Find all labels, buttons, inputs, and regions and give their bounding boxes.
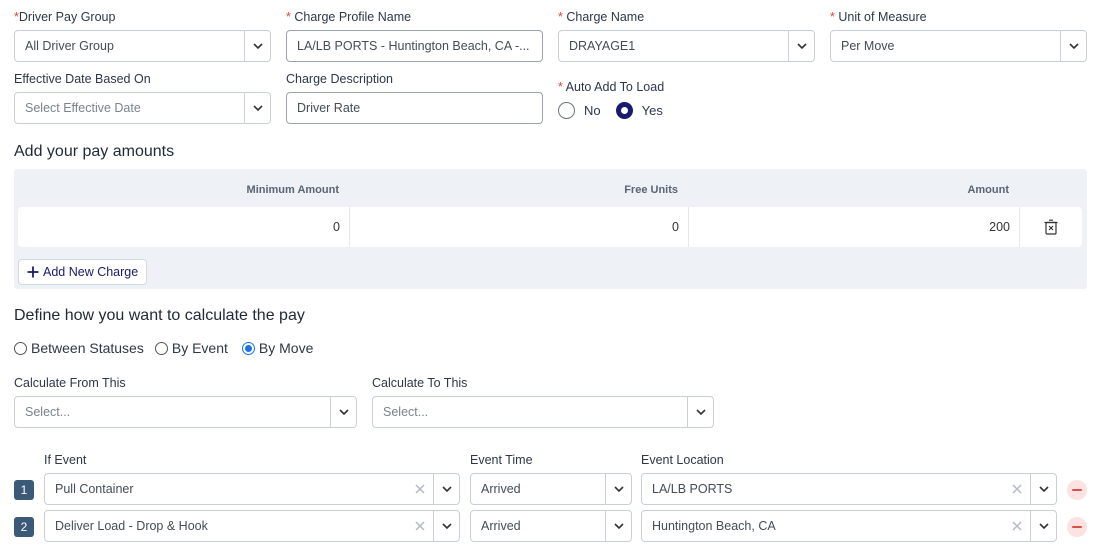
close-icon[interactable] (1004, 511, 1030, 541)
driver-pay-group-label: *Driver Pay Group (14, 10, 115, 24)
if-event-header: If Event (44, 453, 87, 467)
required-mark: * (558, 10, 563, 24)
header-minimum-amount: Minimum Amount (246, 184, 339, 196)
unit-of-measure-label: * Unit of Measure (830, 10, 927, 24)
chevron-down-icon[interactable] (788, 31, 814, 61)
pay-amounts-title: Add your pay amounts (14, 143, 175, 160)
selected-value: Huntington Beach, CA (652, 519, 776, 533)
chevron-down-icon[interactable] (244, 93, 270, 123)
input-value: LA/LB PORTS - Huntington Beach, CA -... (297, 39, 530, 53)
label-text: Auto Add To Load (565, 80, 665, 94)
charge-description-input[interactable]: Driver Rate (286, 92, 543, 124)
selected-value: DRAYAGE1 (569, 39, 636, 53)
unit-of-measure-select[interactable]: Per Move (830, 30, 1087, 62)
event-location-header: Event Location (641, 453, 724, 467)
by-event-radio[interactable] (154, 341, 168, 355)
free-units-cell[interactable]: 0 (350, 207, 689, 247)
radio-label: By Move (258, 340, 314, 356)
close-icon[interactable] (1004, 474, 1030, 504)
chevron-down-icon[interactable] (1030, 474, 1056, 504)
trash-icon[interactable] (1020, 207, 1082, 247)
charge-name-label: * Charge Name (558, 10, 644, 24)
chevron-down-icon[interactable] (1060, 31, 1086, 61)
required-mark: * (830, 10, 835, 24)
between-statuses-radio[interactable] (14, 341, 27, 355)
placeholder-text: Select Effective Date (25, 101, 141, 115)
cell-value: 200 (989, 220, 1010, 234)
auto-add-radio-group: No Yes (558, 102, 663, 119)
button-label: Add New Charge (43, 265, 139, 279)
selected-value: Deliver Load - Drop & Hook (55, 519, 208, 533)
selected-value: All Driver Group (25, 39, 114, 53)
label-text: Charge Name (566, 10, 645, 24)
chevron-down-icon[interactable] (1030, 511, 1056, 541)
event-time-header: Event Time (470, 453, 533, 467)
close-icon[interactable] (407, 511, 433, 541)
selected-value: Arrived (481, 519, 521, 533)
input-value: Driver Rate (297, 101, 361, 115)
event-time-select[interactable]: Arrived (470, 473, 632, 505)
effective-date-select[interactable]: Select Effective Date (14, 92, 271, 124)
selected-value: Arrived (481, 482, 521, 496)
event-select[interactable]: Deliver Load - Drop & Hook (44, 510, 460, 542)
header-free-units: Free Units (624, 184, 678, 196)
by-move-radio[interactable] (241, 341, 255, 355)
radio-label-no: No (584, 103, 601, 118)
radio-label-yes: Yes (641, 103, 663, 118)
plus-icon (27, 266, 39, 278)
selected-value: Pull Container (55, 482, 134, 496)
calculation-title: Define how you want to calculate the pay (14, 307, 305, 324)
event-index-badge: 1 (14, 480, 34, 500)
charge-description-label: Charge Description (286, 72, 393, 86)
required-mark: * (558, 80, 563, 94)
add-new-charge-button[interactable]: Add New Charge (18, 259, 148, 285)
selected-value: LA/LB PORTS (652, 482, 733, 496)
event-time-select[interactable]: Arrived (470, 510, 632, 542)
radio-label: By Event (171, 340, 228, 356)
radio-label: Between Statuses (31, 340, 144, 356)
minus-circle-icon[interactable] (1067, 480, 1087, 500)
minus-circle-icon[interactable] (1067, 517, 1087, 537)
header-amount: Amount (967, 184, 1009, 196)
chevron-down-icon[interactable] (605, 474, 631, 504)
event-location-select[interactable]: LA/LB PORTS (641, 473, 1057, 505)
auto-add-yes-radio[interactable] (615, 102, 633, 119)
cell-value: 0 (672, 220, 679, 234)
calculation-method-group: Between Statuses By Event By Move (14, 340, 313, 356)
auto-add-label: * Auto Add To Load (558, 80, 664, 94)
chevron-down-icon[interactable] (244, 31, 270, 61)
auto-add-no-radio[interactable] (558, 102, 575, 119)
pay-amounts-panel: Minimum Amount Free Units Amount 0 0 200… (14, 169, 1087, 289)
calculate-to-label: Calculate To This (372, 376, 468, 390)
driver-pay-group-select[interactable]: All Driver Group (14, 30, 271, 62)
cell-value: 0 (333, 220, 340, 234)
calculate-from-select[interactable]: Select... (14, 396, 357, 428)
event-location-select[interactable]: Huntington Beach, CA (641, 510, 1057, 542)
placeholder-text: Select... (383, 405, 429, 419)
close-icon[interactable] (407, 474, 433, 504)
chevron-down-icon[interactable] (433, 474, 459, 504)
calculate-to-select[interactable]: Select... (372, 396, 714, 428)
charge-profile-name-input[interactable]: LA/LB PORTS - Huntington Beach, CA -... (286, 30, 543, 62)
calculate-from-label: Calculate From This (14, 376, 126, 390)
table-row: 0 0 200 (18, 207, 1082, 247)
required-mark: * (286, 10, 291, 24)
event-index-badge: 2 (14, 517, 34, 537)
selected-value: Per Move (841, 39, 895, 53)
event-select[interactable]: Pull Container (44, 473, 460, 505)
charge-name-select[interactable]: DRAYAGE1 (558, 30, 815, 62)
charge-profile-name-label: * Charge Profile Name (286, 10, 411, 24)
label-text: Driver Pay Group (18, 10, 116, 24)
label-text: Charge Profile Name (294, 10, 412, 24)
chevron-down-icon[interactable] (605, 511, 631, 541)
chevron-down-icon[interactable] (687, 397, 713, 427)
amount-cell[interactable]: 200 (689, 207, 1020, 247)
placeholder-text: Select... (25, 405, 71, 419)
chevron-down-icon[interactable] (433, 511, 459, 541)
chevron-down-icon[interactable] (330, 397, 356, 427)
effective-date-label: Effective Date Based On (14, 72, 151, 86)
label-text: Unit of Measure (838, 10, 927, 24)
minimum-amount-cell[interactable]: 0 (18, 207, 350, 247)
